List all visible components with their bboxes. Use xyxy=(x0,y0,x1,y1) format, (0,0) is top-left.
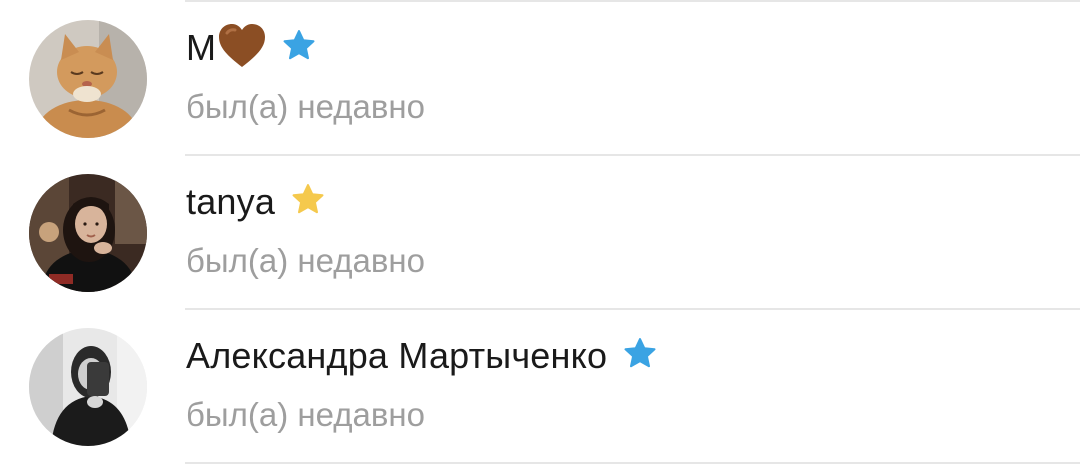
brown-heart-icon xyxy=(218,23,266,74)
contact-list: М был(а) недавно tanya был(а) недавно Ал… xyxy=(0,0,1080,474)
contact-row[interactable]: Александра Мартыченко был(а) недавно xyxy=(0,310,1080,464)
contact-row[interactable]: М был(а) недавно xyxy=(0,2,1080,156)
contact-row[interactable]: tanya был(а) недавно xyxy=(0,156,1080,310)
star-badge-icon[interactable] xyxy=(282,29,316,67)
contact-status: был(а) недавно xyxy=(186,396,425,433)
contact-name: М xyxy=(186,27,217,68)
contact-name: Александра Мартыченко xyxy=(186,335,608,376)
divider xyxy=(185,462,1080,464)
contact-name: tanya xyxy=(186,181,276,222)
contact-status: был(а) недавно xyxy=(186,88,425,125)
avatar[interactable] xyxy=(29,174,147,292)
avatar[interactable] xyxy=(29,20,147,138)
contact-status: был(а) недавно xyxy=(186,242,425,279)
contact-name-line: Александра Мартыченко xyxy=(186,330,657,382)
star-badge-icon[interactable] xyxy=(291,183,325,221)
contact-name-line: tanya xyxy=(186,176,325,228)
star-badge-icon[interactable] xyxy=(623,337,657,375)
contact-name-line: М xyxy=(186,22,316,74)
avatar[interactable] xyxy=(29,328,147,446)
